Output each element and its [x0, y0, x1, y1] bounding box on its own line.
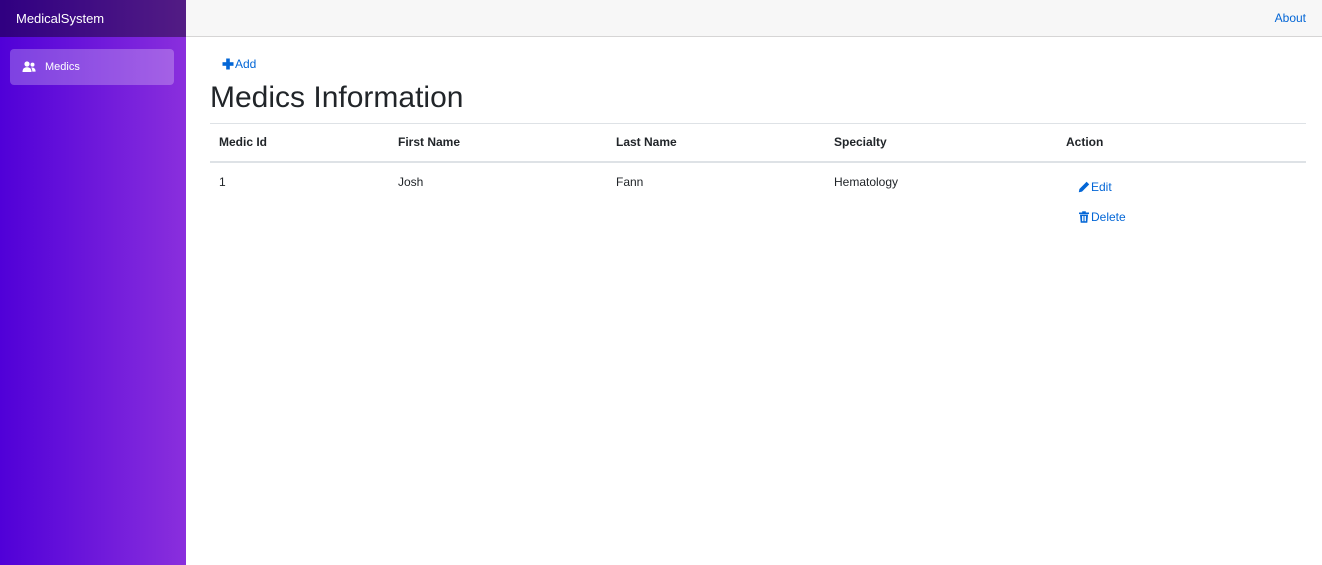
- sidebar-nav: Medics: [0, 37, 186, 85]
- column-header-last-name: Last Name: [607, 123, 825, 163]
- app-root: MedicalSystem Medics About Add Medics In…: [0, 0, 1322, 565]
- edit-label: Edit: [1091, 179, 1112, 194]
- column-header-medic-id: Medic Id: [210, 123, 389, 163]
- trash-icon: [1079, 210, 1089, 223]
- cell-first-name: Josh: [398, 174, 424, 189]
- sidebar: MedicalSystem Medics: [0, 0, 186, 565]
- column-header-action: Action: [1057, 123, 1306, 163]
- medics-table: Medic Id First Name Last Name Specialty …: [210, 123, 1306, 237]
- plus-icon: [222, 58, 234, 70]
- top-bar: About: [186, 0, 1322, 37]
- brand-link[interactable]: MedicalSystem: [16, 11, 104, 26]
- column-header-specialty: Specialty: [825, 123, 1057, 163]
- add-label: Add: [235, 57, 257, 71]
- main-area: About Add Medics Information Medic Id Fi…: [186, 0, 1322, 565]
- users-icon: [22, 61, 36, 73]
- cell-last-name: Fann: [616, 174, 644, 189]
- delete-label: Delete: [1091, 209, 1126, 224]
- table-row: 1 Josh Fann Hematology Edit Delete: [210, 162, 1306, 237]
- page-title: Medics Information: [210, 81, 464, 114]
- about-link[interactable]: About: [1275, 11, 1306, 25]
- cell-specialty: Hematology: [834, 174, 899, 189]
- delete-button[interactable]: Delete: [1066, 209, 1297, 225]
- cell-medic-id: 1: [219, 174, 226, 189]
- table-header-row: Medic Id First Name Last Name Specialty …: [210, 123, 1306, 163]
- add-button[interactable]: Add: [222, 57, 256, 71]
- pencil-icon: [1078, 181, 1090, 192]
- sidebar-item-label: Medics: [45, 61, 80, 73]
- column-header-first-name: First Name: [389, 123, 607, 163]
- edit-button[interactable]: Edit: [1066, 179, 1297, 195]
- brand-bar: MedicalSystem: [0, 0, 186, 37]
- content: Add Medics Information Medic Id First Na…: [186, 37, 1322, 237]
- sidebar-item-medics[interactable]: Medics: [10, 49, 174, 85]
- cell-actions: Edit Delete: [1057, 162, 1306, 237]
